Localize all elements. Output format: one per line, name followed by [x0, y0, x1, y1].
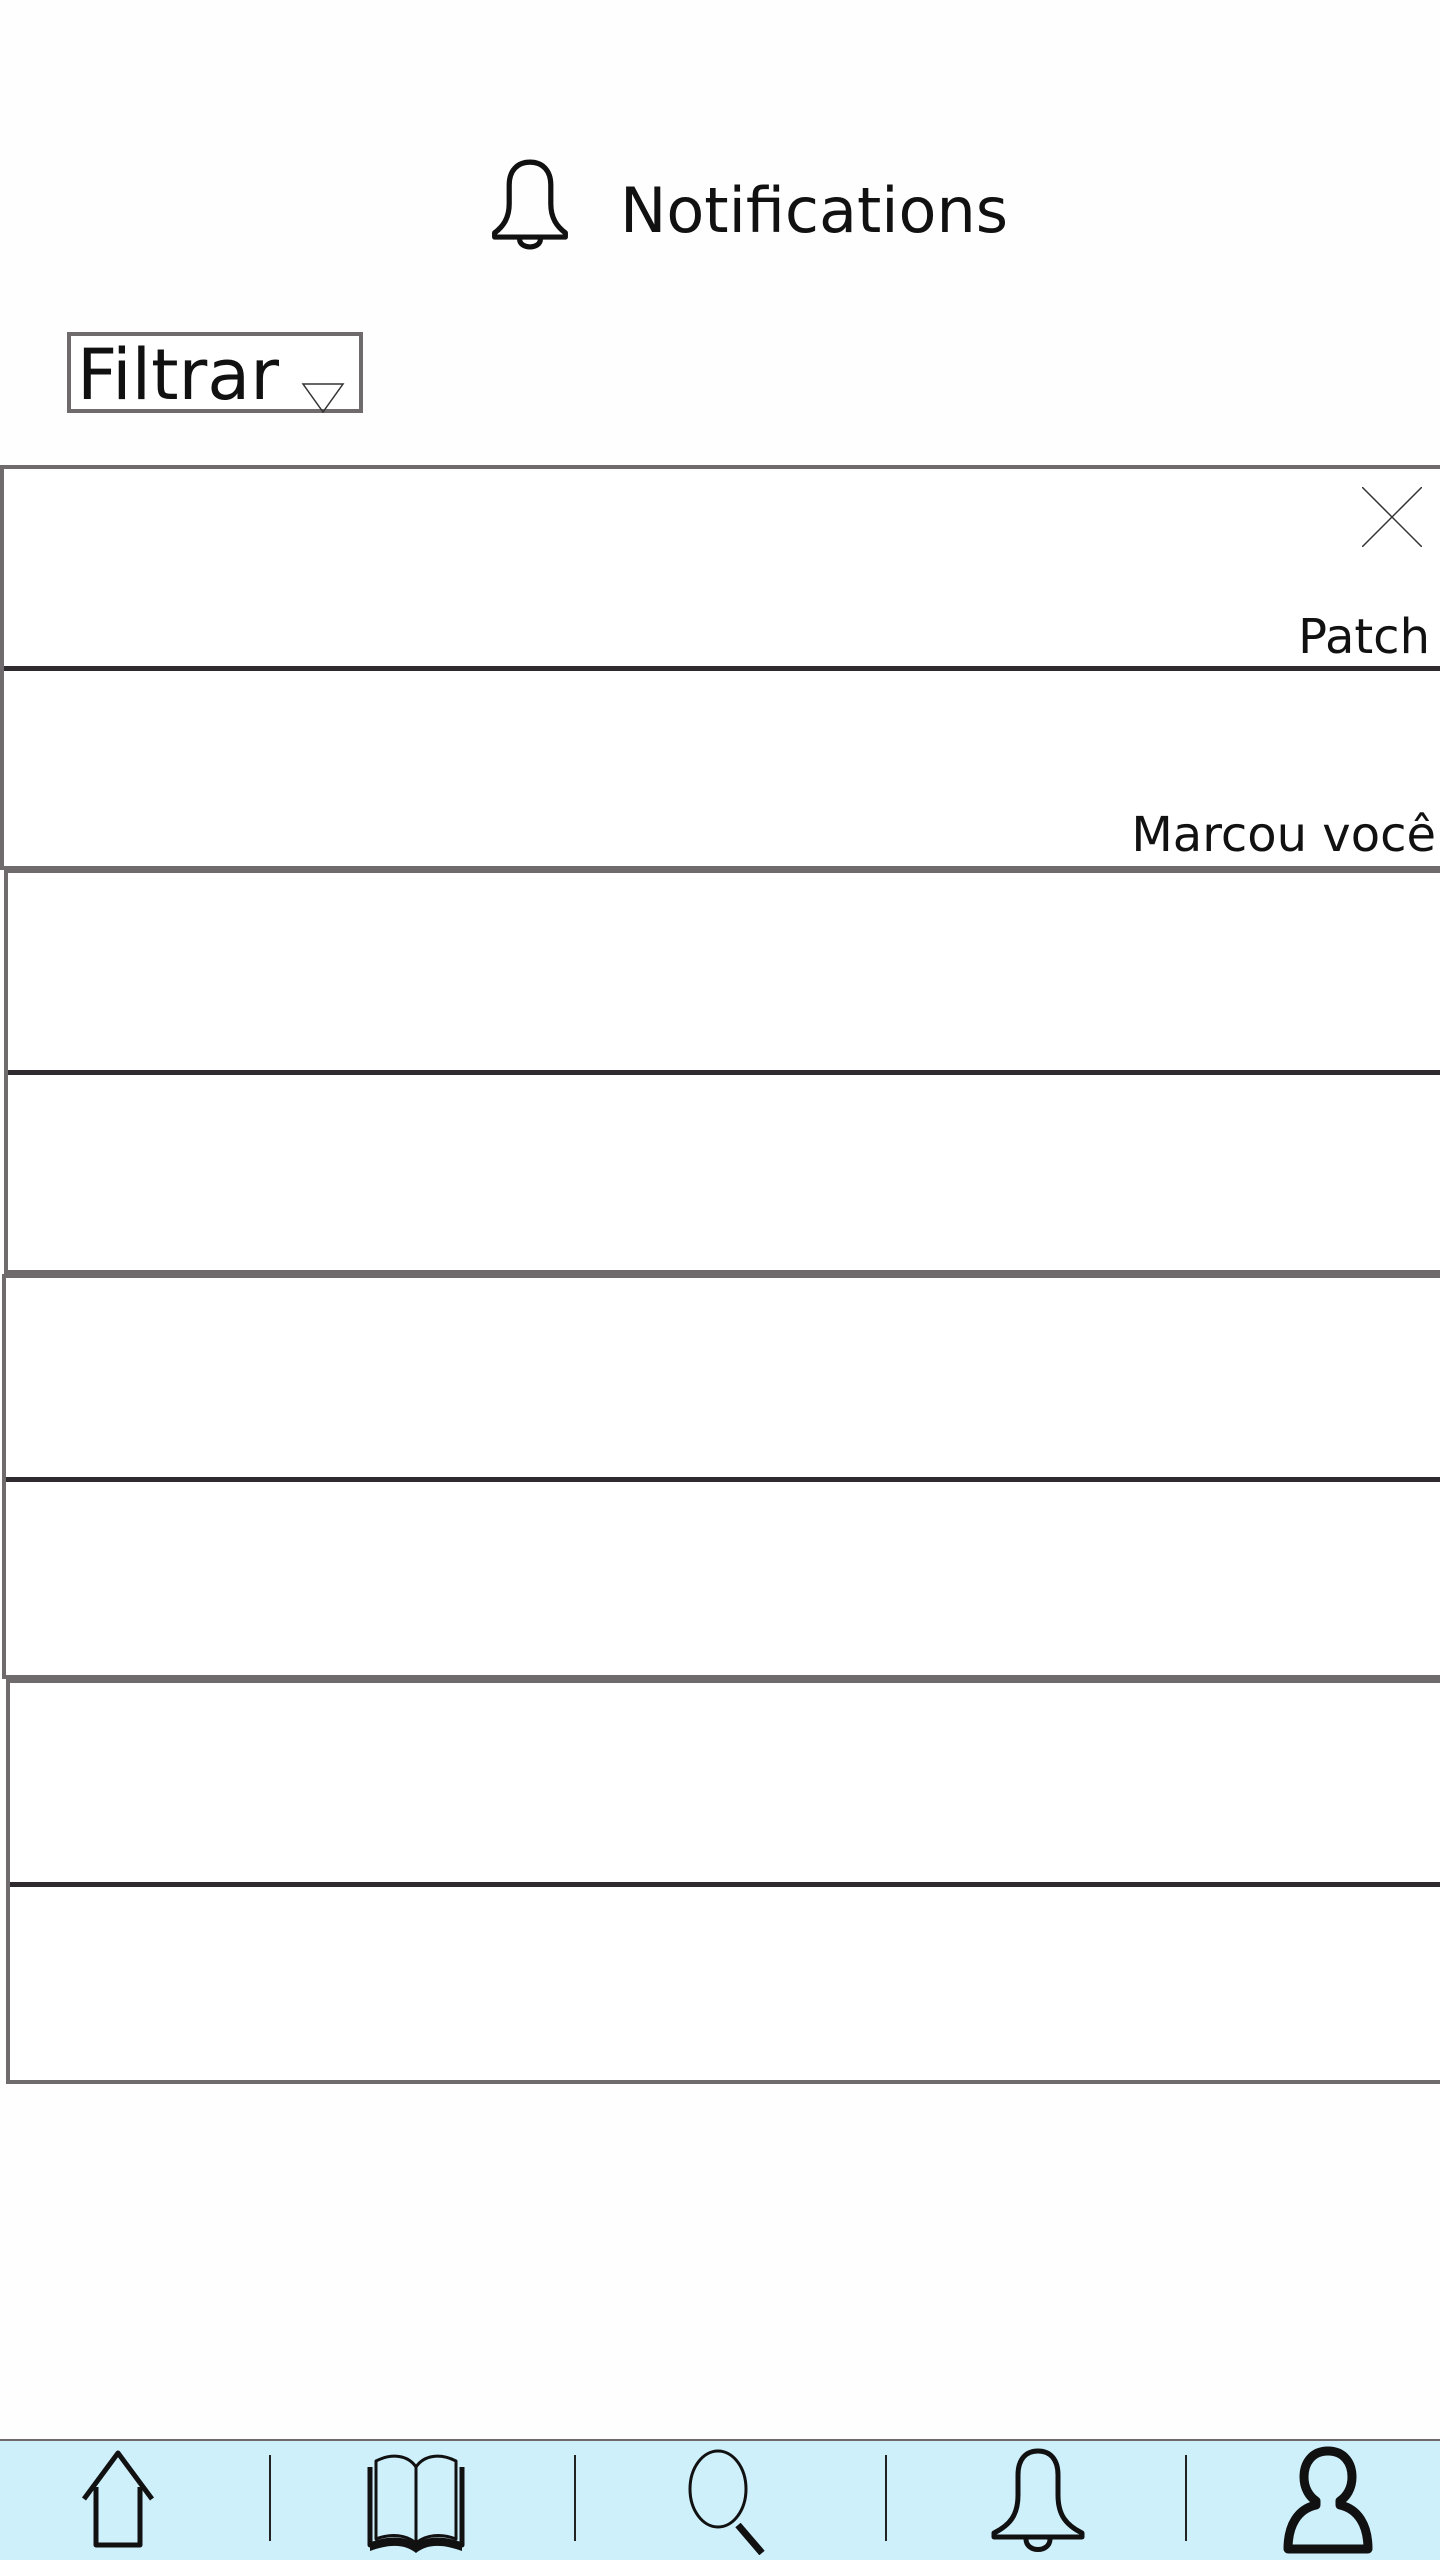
nav-separator [1185, 2455, 1187, 2541]
bottom-nav [0, 2439, 1440, 2560]
nav-library[interactable] [356, 2445, 476, 2555]
page-header: Notifications [0, 140, 1440, 280]
bell-icon [492, 159, 568, 250]
user-icon [1283, 2446, 1373, 2554]
notification-group [4, 869, 1440, 1274]
notification-item[interactable] [6, 1482, 1440, 1678]
notification-group: Patch Marcou você [0, 465, 1440, 870]
nav-separator [269, 2455, 271, 2541]
filter-label: Filtrar [77, 334, 279, 416]
page-title: Notifications [620, 174, 1009, 247]
search-icon [688, 2449, 765, 2556]
notification-item[interactable] [8, 873, 1440, 1069]
notification-text: Marcou você [1131, 807, 1436, 863]
notification-text: Patch [1298, 609, 1430, 665]
nav-separator [885, 2455, 887, 2541]
notification-item[interactable]: Patch [4, 469, 1440, 665]
nav-search[interactable] [660, 2445, 780, 2556]
notification-item[interactable] [6, 1278, 1440, 1474]
notification-item[interactable] [10, 1887, 1440, 2083]
notification-group [6, 1679, 1440, 2084]
notification-group [2, 1274, 1440, 1679]
notification-item[interactable] [10, 1683, 1440, 1879]
nav-separator [574, 2455, 576, 2541]
nav-home[interactable] [58, 2445, 178, 2555]
nav-notifications[interactable] [978, 2445, 1098, 2555]
book-icon [367, 2454, 465, 2553]
close-icon[interactable] [1362, 487, 1422, 547]
home-icon [81, 2450, 155, 2548]
filter-dropdown[interactable]: Filtrar [67, 332, 363, 416]
nav-profile[interactable] [1268, 2445, 1388, 2555]
triangle-down-icon [301, 383, 345, 414]
notification-item[interactable] [8, 1075, 1440, 1271]
bell-icon [991, 2448, 1085, 2552]
notification-item[interactable]: Marcou você [4, 671, 1440, 867]
